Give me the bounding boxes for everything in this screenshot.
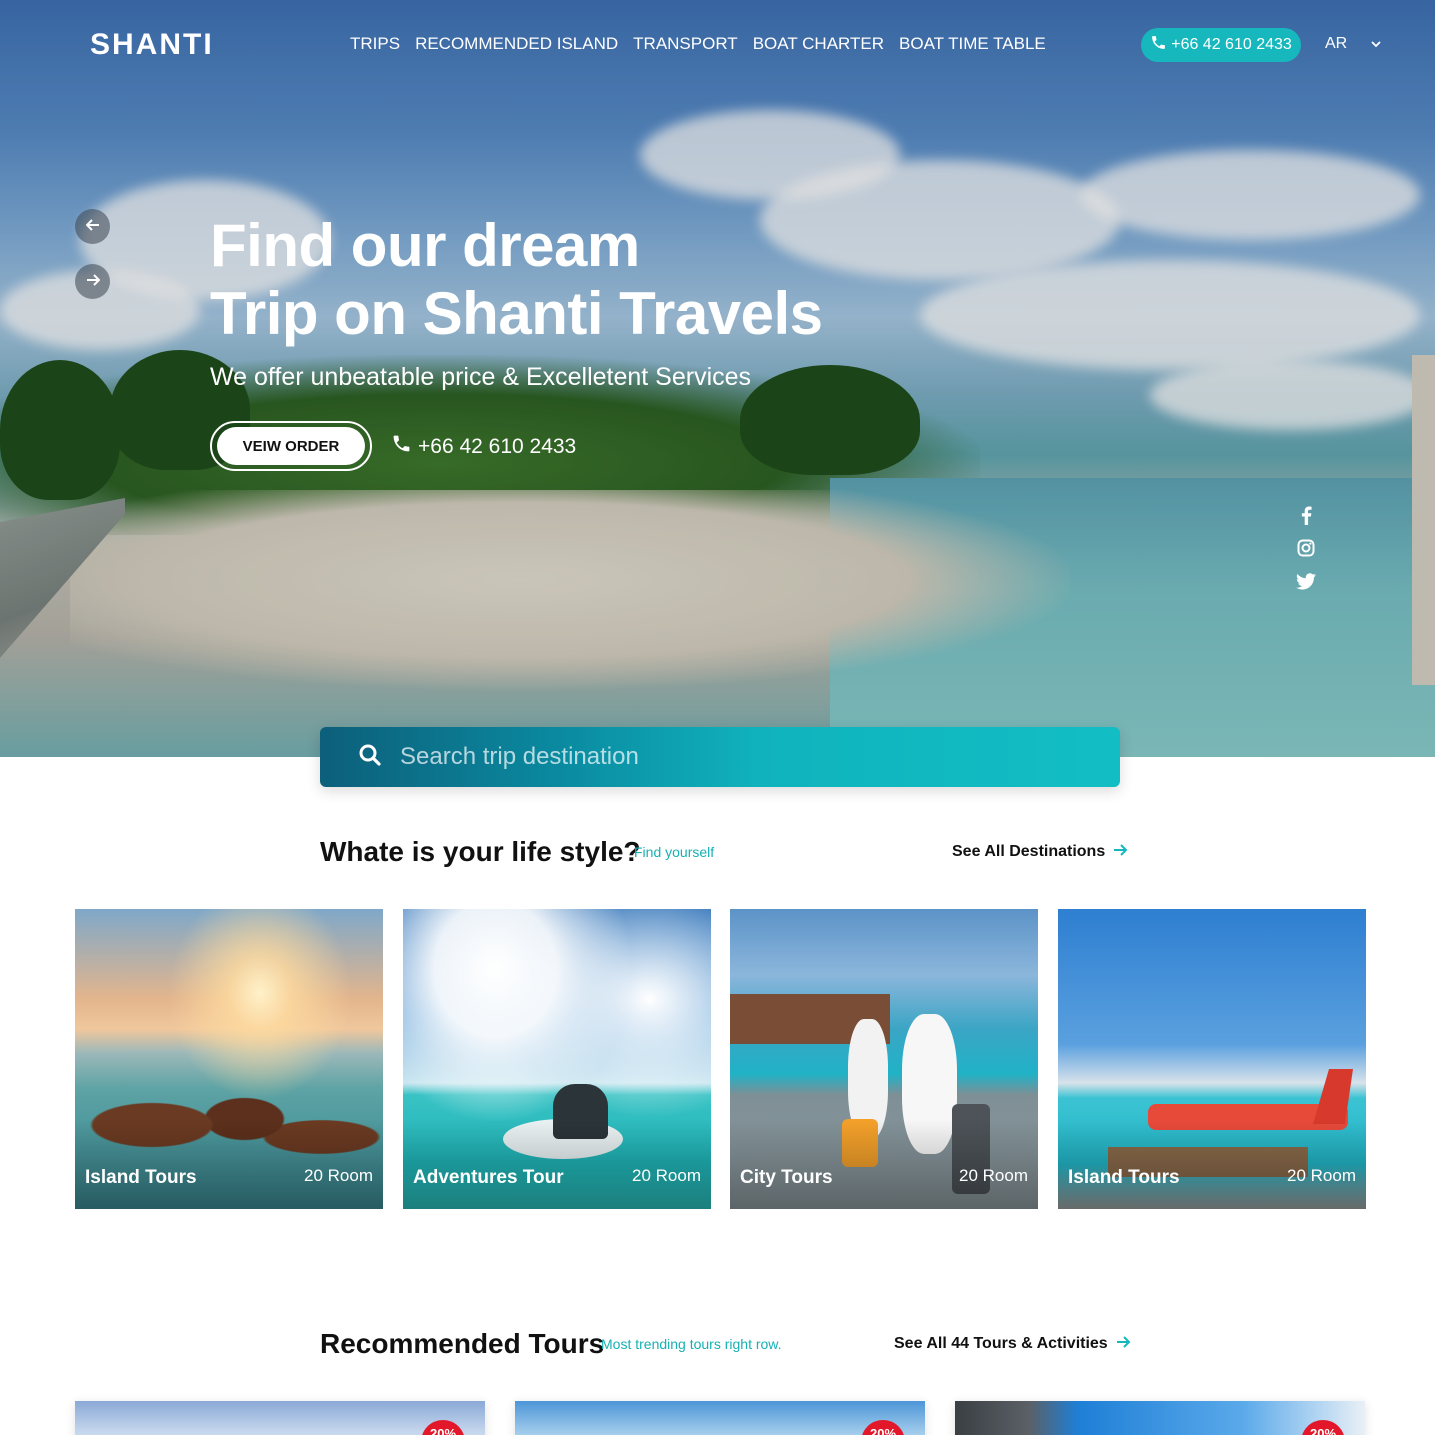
hero-title: Find our dream Trip on Shanti Travels [210,212,823,349]
card-title: Island Tours [1068,1167,1180,1188]
header-phone-number: +66 42 610 2433 [1171,36,1292,53]
nav-item-boat-charter[interactable]: BOAT CHARTER [753,34,884,54]
search-icon [358,743,382,772]
nav-item-transport[interactable]: TRANSPORT [633,34,738,54]
lifestyle-card-island-tours[interactable]: Island Tours 20 Room [75,909,383,1209]
hero-title-line2: Trip on Shanti Travels [210,280,823,348]
see-all-tours-link[interactable]: See All 44 Tours & Activities [894,1335,1131,1353]
arrow-right-icon [1113,843,1128,861]
lifestyle-card-adventures-tour[interactable]: Adventures Tour 20 Room [403,909,711,1209]
lifestyle-title: Whate is your life style? [320,836,641,867]
arrow-left-icon [85,218,100,236]
card-title: Adventures Tour [413,1167,564,1188]
card-title: Island Tours [85,1167,197,1188]
main-nav: TRIPS RECOMMENDED ISLAND TRANSPORT BOAT … [350,34,1046,54]
recommended-subtitle: Most trending tours right row. [601,1336,782,1352]
nav-item-trips[interactable]: TRIPS [350,34,400,54]
phone-icon [391,433,412,460]
view-order-label: VEIW ORDER [217,427,365,465]
language-selector[interactable]: AR [1325,35,1381,53]
card-title: City Tours [740,1167,833,1188]
site-logo[interactable]: SHANTI [90,28,214,62]
lifestyle-card-city-tours[interactable]: City Tours 20 Room [730,909,1038,1209]
search-input[interactable] [400,743,1080,771]
instagram-icon[interactable] [1296,538,1316,558]
nav-item-recommended-island[interactable]: RECOMMENDED ISLAND [415,34,618,54]
recommended-title: Recommended Tours [320,1328,605,1359]
tour-card[interactable]: 20% [75,1401,485,1435]
card-room-count: 20 Room [1287,1166,1356,1185]
hero-subtitle: We offer unbeatable price & Excelletent … [210,363,752,391]
phone-icon [1150,34,1167,56]
see-all-tours-label: See All 44 Tours & Activities [894,1335,1108,1352]
tour-card[interactable]: 20% [955,1401,1365,1435]
arrow-right-icon [1116,1335,1131,1353]
chevron-down-icon [1371,35,1381,53]
lifestyle-card-island-tours-2[interactable]: Island Tours 20 Room [1058,909,1366,1209]
card-room-count: 20 Room [304,1166,373,1185]
hero-title-line1: Find our dream [210,212,640,279]
view-order-button[interactable]: VEIW ORDER [210,421,372,471]
see-all-destinations-label: See All Destinations [952,843,1106,860]
twitter-icon[interactable] [1296,571,1316,591]
hero-phone-number: +66 42 610 2433 [418,434,577,458]
card-room-count: 20 Room [632,1166,701,1185]
search-bar [320,727,1120,787]
social-links [1296,505,1316,591]
slider-prev-button[interactable] [75,209,110,244]
tour-card[interactable]: 20% [515,1401,925,1435]
facebook-icon[interactable] [1296,505,1316,525]
hero-phone[interactable]: +66 42 610 2433 [391,433,576,460]
card-room-count: 20 Room [959,1166,1028,1185]
language-label: AR [1325,35,1348,52]
lifestyle-subtitle: Find yourself [634,844,715,860]
see-all-destinations-link[interactable]: See All Destinations [952,843,1128,861]
header-phone-button[interactable]: +66 42 610 2433 [1141,28,1301,62]
slider-next-button[interactable] [75,264,110,299]
nav-item-boat-time-table[interactable]: BOAT TIME TABLE [899,34,1046,54]
arrow-right-icon [86,273,100,291]
